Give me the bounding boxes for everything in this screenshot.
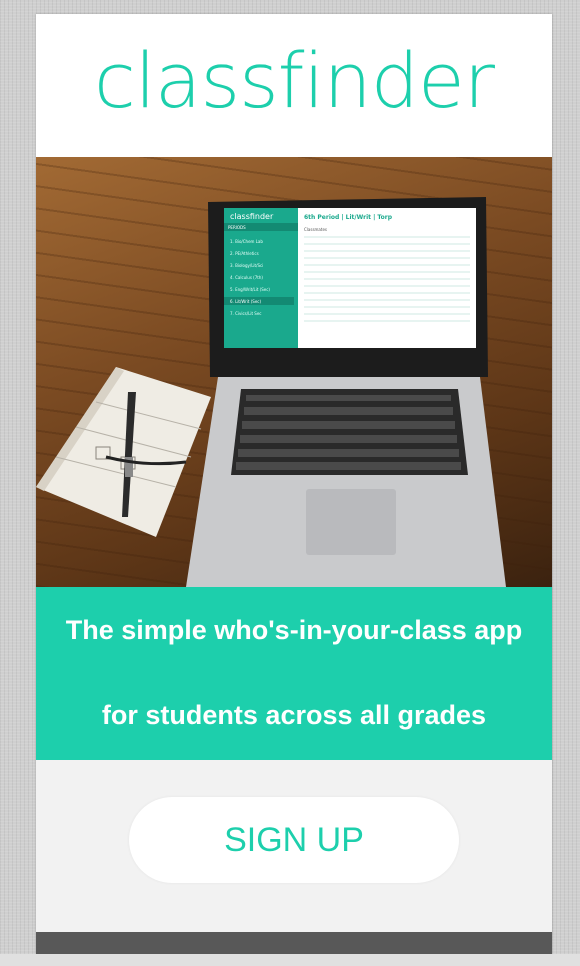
laptop-column-header: Classmates (304, 227, 327, 232)
tagline-line-2: for students across all grades (101, 700, 487, 730)
laptop-sidebar-item: 5. Eng/Writ/Lit (Sec) (230, 287, 270, 292)
laptop-app-logo: classfinder (230, 212, 274, 221)
laptop-sidebar-item: 4. Calculus (7th) (230, 275, 263, 280)
laptop-notebook-illustration: classfinder PERIODS 1. Bio/Chem Lab 2. P… (36, 197, 506, 587)
laptop-sidebar-item: 6. Lit/Writ (Sec) (230, 299, 261, 304)
signup-section: SIGN UP (36, 760, 552, 932)
laptop-image: classfinder PERIODS 1. Bio/Chem Lab 2. P… (186, 197, 506, 587)
classfinder-logo: classfinder (94, 35, 495, 125)
tagline-line-1: The simple who's-in-your-class app (65, 615, 523, 645)
laptop-sidebar-header: PERIODS (228, 225, 246, 230)
landing-card: classfinder classfinder PERIODS 1. Bio/C… (36, 14, 552, 954)
laptop-sidebar-item: 3. Biology/Lit/Sci (230, 263, 263, 268)
laptop-sidebar-item: 1. Bio/Chem Lab (230, 239, 263, 244)
laptop-app-title: 6th Period | Lit/Writ | Torp (304, 214, 393, 221)
tagline-banner: The simple who's-in-your-class app for s… (36, 587, 552, 760)
signup-button[interactable]: SIGN UP (129, 797, 459, 883)
hero-image: classfinder PERIODS 1. Bio/Chem Lab 2. P… (36, 157, 552, 587)
bottom-strip (0, 954, 580, 966)
notebook-image (36, 367, 211, 537)
header: classfinder (36, 14, 552, 157)
laptop-sidebar-item: 7. Civics/Lit Sec (230, 311, 261, 316)
footer-bar (36, 932, 552, 954)
laptop-sidebar-item: 2. PE/Athletics (230, 251, 259, 256)
